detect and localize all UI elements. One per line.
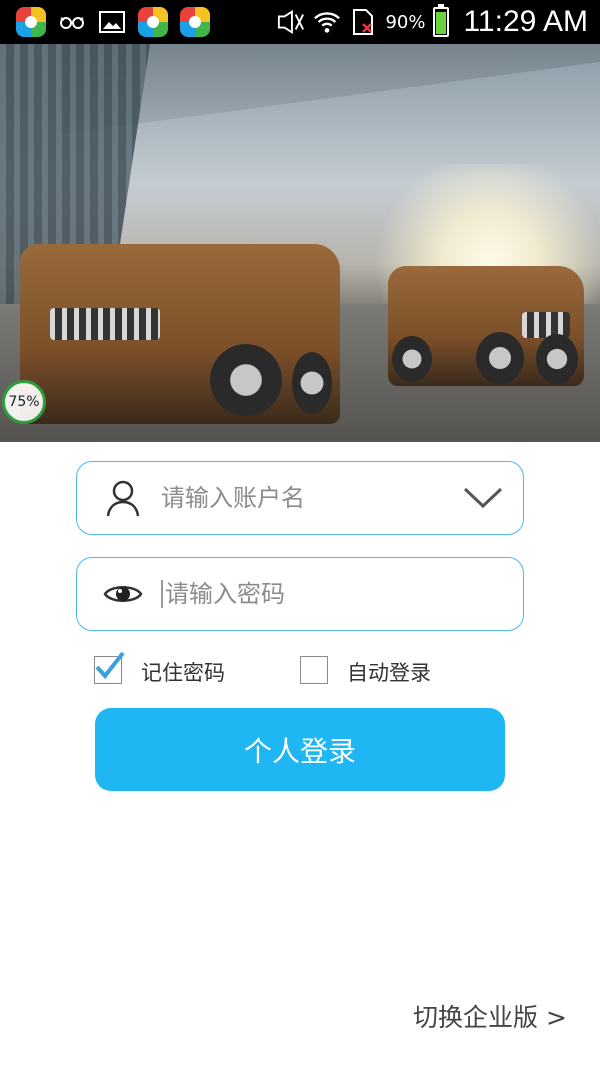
remember-password-checkbox[interactable] xyxy=(94,651,125,684)
remember-password-label[interactable]: 记住密码 xyxy=(141,657,225,687)
sim-error-icon xyxy=(349,8,377,36)
user-icon xyxy=(103,478,143,518)
wifi-icon xyxy=(313,8,341,36)
password-input[interactable] xyxy=(161,580,523,608)
auto-login-checkbox[interactable] xyxy=(300,656,328,684)
progress-badge[interactable]: 75% xyxy=(2,380,46,424)
battery-level xyxy=(436,11,447,34)
switch-enterprise-link[interactable]: 切换企业版 > xyxy=(413,998,567,1034)
image-icon xyxy=(98,8,126,36)
battery-icon xyxy=(433,4,450,37)
account-dropdown-chevron-icon[interactable] xyxy=(461,483,505,513)
car-wheel xyxy=(292,352,332,414)
glasses-icon xyxy=(58,8,86,36)
hero-banner xyxy=(0,44,600,442)
car-wheel xyxy=(476,332,524,384)
password-field[interactable] xyxy=(76,557,524,631)
personal-login-button[interactable]: 个人登录 xyxy=(95,708,505,791)
status-bar: 90% 11:29 AM xyxy=(0,0,600,44)
notification-icons xyxy=(0,7,210,37)
car-wheel xyxy=(536,334,578,384)
app-icon xyxy=(138,7,168,37)
car-wheel xyxy=(392,336,432,382)
account-input[interactable] xyxy=(161,484,461,512)
car-wheel xyxy=(210,344,282,416)
system-icons: 90% 11:29 AM xyxy=(277,4,600,39)
auto-login-label[interactable]: 自动登录 xyxy=(347,657,431,687)
eye-icon[interactable] xyxy=(103,574,143,614)
hero-car-secondary xyxy=(388,266,584,386)
clock: 11:29 AM xyxy=(463,5,588,38)
car-grille xyxy=(50,308,160,340)
app-icon xyxy=(180,7,210,37)
login-options: 记住密码 自动登录 xyxy=(0,651,600,688)
battery-percent: 90% xyxy=(385,11,426,33)
hero-car-main xyxy=(20,244,340,424)
mute-icon xyxy=(277,8,305,36)
account-field[interactable] xyxy=(76,461,524,535)
app-icon xyxy=(16,7,46,37)
